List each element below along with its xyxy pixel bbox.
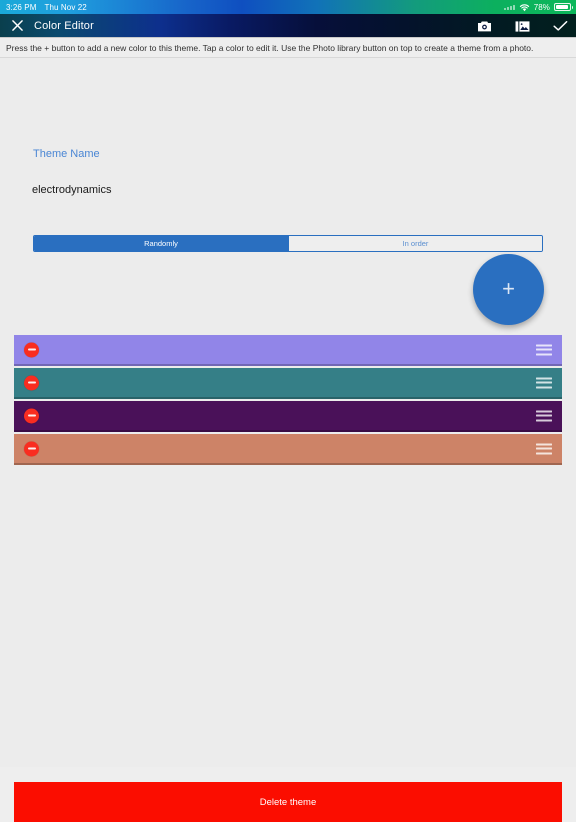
battery-icon	[554, 3, 573, 11]
status-bar: 3:26 PM Thu Nov 22 78%	[0, 0, 576, 14]
navigation-actions	[474, 14, 570, 38]
minus-icon	[27, 348, 36, 351]
photo-library-icon	[515, 20, 529, 32]
photo-library-button[interactable]	[512, 14, 532, 38]
remove-color-button[interactable]	[24, 375, 39, 390]
drag-handle-icon[interactable]	[536, 377, 552, 388]
drag-handle-icon[interactable]	[536, 443, 552, 454]
remove-color-button[interactable]	[24, 441, 39, 456]
theme-name-label: Theme Name	[33, 148, 100, 160]
checkmark-icon	[552, 20, 567, 31]
status-bar-left: 3:26 PM Thu Nov 22	[0, 3, 87, 12]
add-color-button[interactable]: +	[473, 254, 544, 325]
confirm-button[interactable]	[550, 14, 570, 38]
color-row[interactable]	[14, 335, 562, 366]
status-bar-right: 78%	[503, 0, 573, 14]
color-row[interactable]	[14, 368, 562, 399]
segment-in-order[interactable]: In order	[288, 236, 542, 251]
color-row[interactable]	[14, 401, 562, 432]
theme-name-input[interactable]: electrodynamics	[32, 184, 111, 196]
minus-icon	[27, 414, 36, 417]
drag-handle-icon[interactable]	[536, 344, 552, 355]
color-row[interactable]	[14, 434, 562, 465]
navigation-bar: Color Editor	[0, 14, 576, 38]
remove-color-button[interactable]	[24, 408, 39, 423]
color-list	[14, 335, 562, 467]
close-button[interactable]	[0, 20, 34, 31]
battery-percent-label: 78%	[533, 2, 550, 12]
camera-icon	[477, 20, 491, 31]
minus-icon	[27, 447, 36, 450]
main-content: Theme Name electrodynamics Randomly In o…	[0, 58, 576, 822]
remove-color-button[interactable]	[24, 342, 39, 357]
close-icon	[11, 20, 23, 31]
minus-icon	[27, 381, 36, 384]
plus-icon: +	[502, 275, 515, 301]
instructions-text: Press the + button to add a new color to…	[0, 38, 576, 58]
delete-theme-button[interactable]: Delete theme	[14, 782, 562, 822]
wifi-icon	[519, 3, 530, 12]
signal-dots-icon	[503, 4, 515, 10]
status-bar-time: 3:26 PM	[6, 2, 37, 12]
color-order-segmented-control[interactable]: Randomly In order	[33, 235, 543, 252]
segment-randomly[interactable]: Randomly	[34, 236, 288, 251]
status-bar-date: Thu Nov 22	[44, 2, 87, 12]
camera-button[interactable]	[474, 14, 494, 38]
drag-handle-icon[interactable]	[536, 410, 552, 421]
page-title: Color Editor	[34, 19, 94, 32]
